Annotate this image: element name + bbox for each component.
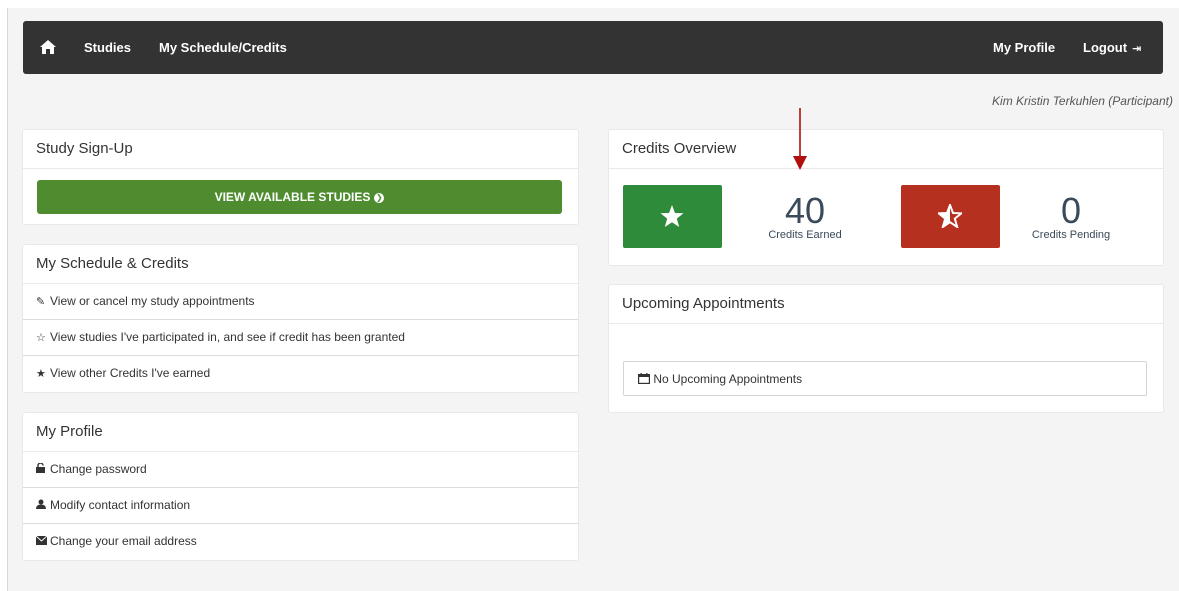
upcoming-appointments-panel: Upcoming Appointments No Upcoming Appoin…	[608, 284, 1164, 413]
nav-logout[interactable]: Logout ⇥	[1083, 21, 1141, 74]
list-item-change-email[interactable]: Change your email address	[23, 524, 578, 559]
study-signup-panel: Study Sign-Up VIEW AVAILABLE STUDIES ❯	[22, 129, 579, 225]
list-item-change-password[interactable]: Change password	[23, 452, 578, 488]
nav-studies[interactable]: Studies	[84, 21, 131, 74]
credits-earned-tile	[623, 185, 722, 248]
list-item-label: Change your email address	[50, 534, 197, 548]
list-item-label: View or cancel my study appointments	[50, 294, 255, 308]
nav-my-profile[interactable]: My Profile	[993, 21, 1055, 74]
view-available-studies-button[interactable]: VIEW AVAILABLE STUDIES ❯	[37, 180, 562, 214]
list-item-appointments[interactable]: ✎ View or cancel my study appointments	[23, 284, 578, 320]
list-item-label: View other Credits I've earned	[50, 366, 211, 380]
nav-schedule-credits[interactable]: My Schedule/Credits	[159, 21, 287, 74]
user-icon	[36, 489, 50, 524]
calendar-icon	[638, 372, 653, 386]
top-navbar: Studies My Schedule/Credits My Profile L…	[23, 21, 1163, 74]
list-item-label: Change password	[50, 462, 147, 476]
button-label: VIEW AVAILABLE STUDIES	[214, 190, 371, 204]
logout-icon: ⇥	[1132, 43, 1142, 55]
panel-title: Upcoming Appointments	[609, 285, 1163, 324]
credits-earned-label: Credits Earned	[768, 229, 842, 241]
top-whitespace	[7, 0, 1179, 8]
my-profile-panel: My Profile Change password Modify contac…	[22, 412, 579, 561]
credits-earned-value: 40	[784, 190, 826, 231]
annotation-arrow-icon	[793, 108, 807, 170]
credits-pending-tile	[901, 185, 1000, 248]
panel-title: Credits Overview	[609, 130, 1163, 169]
list-item-label: View studies I've participated in, and s…	[50, 330, 405, 344]
star-half-icon: ☆	[36, 332, 46, 344]
list-item-participated-studies[interactable]: ☆ View studies I've participated in, and …	[23, 320, 578, 356]
list-item-other-credits[interactable]: ★ View other Credits I've earned	[23, 356, 578, 391]
panel-title: My Schedule & Credits	[23, 245, 578, 284]
circle-arrow-icon: ❯	[374, 192, 385, 203]
unlock-icon	[36, 453, 50, 488]
list-item-modify-contact[interactable]: Modify contact information	[23, 488, 578, 524]
star-half-icon	[938, 204, 962, 228]
envelope-icon	[35, 525, 50, 560]
home-icon[interactable]	[40, 21, 56, 74]
star-icon: ★	[36, 368, 46, 380]
credits-pending-label: Credits Pending	[1031, 229, 1111, 241]
no-appointments-text: No Upcoming Appointments	[653, 372, 803, 386]
edit-icon: ✎	[36, 296, 46, 308]
user-name: Kim Kristin Terkuhlen (Participant)	[992, 94, 1173, 108]
schedule-credits-panel: My Schedule & Credits ✎ View or cancel my…	[22, 244, 579, 393]
panel-title: My Profile	[23, 413, 578, 452]
panel-title: Study Sign-Up	[23, 130, 578, 169]
no-appointments-box: No Upcoming Appointments	[623, 361, 1147, 396]
credits-pending-value: 0	[1060, 190, 1082, 231]
star-icon	[660, 205, 684, 227]
credits-overview-panel: Credits Overview 40 Credits Earned 0 Cre…	[608, 129, 1164, 266]
logout-label: Logout	[1083, 40, 1128, 55]
list-item-label: Modify contact information	[50, 498, 191, 512]
